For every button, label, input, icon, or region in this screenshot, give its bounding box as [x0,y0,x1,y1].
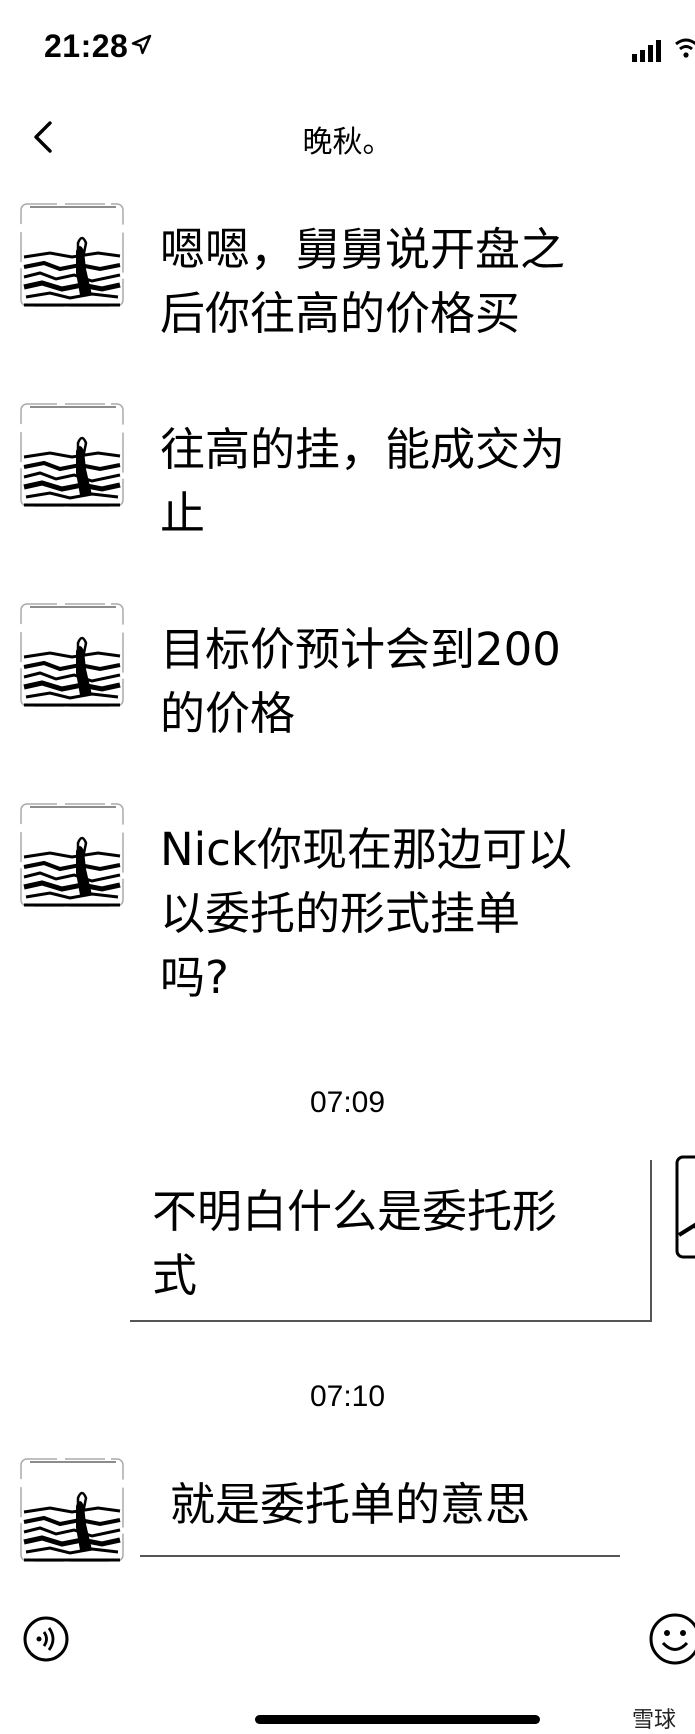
contact-avatar[interactable] [20,803,124,907]
message-incoming: 往高的挂，能成交为 止 [0,400,695,540]
message-outgoing: 不明白什么是委托形 式 [0,1160,695,1330]
message-incoming: Nick你现在那边可以 以委托的形式挂单 吗? [0,800,695,1010]
emoji-icon[interactable] [648,1612,695,1666]
input-bar: 雪球 [0,1582,695,1733]
contact-avatar[interactable] [20,1458,124,1562]
message-incoming: 就是委托单的意思 [0,1455,695,1585]
message-incoming: 目标价预计会到200 的价格 [0,600,695,740]
voice-icon[interactable] [22,1615,70,1663]
chat-header: 晚秋。 [0,95,695,180]
location-arrow-icon [131,34,152,55]
self-avatar[interactable] [675,1155,695,1259]
status-bar: 21:28 [0,0,695,95]
message-incoming: 嗯嗯，舅舅说开盘之 后你往高的价格买 [0,200,695,340]
message-text[interactable]: 往高的挂，能成交为 止 [160,418,650,546]
message-text[interactable]: 不明白什么是委托形 式 [152,1180,632,1308]
contact-avatar[interactable] [20,403,124,507]
message-text[interactable]: 就是委托单的意思 [170,1473,630,1537]
status-time: 21:28 [44,28,129,64]
signal-icon [632,40,661,62]
chat-title: 晚秋。 [302,125,393,160]
home-indicator [255,1715,540,1724]
contact-avatar[interactable] [20,203,124,307]
contact-avatar[interactable] [20,603,124,707]
wifi-icon [675,38,695,58]
timestamp: 07:10 [309,1380,386,1413]
timestamp: 07:09 [309,1086,386,1119]
watermark: 雪球 [632,1708,677,1733]
message-text[interactable]: 嗯嗯，舅舅说开盘之 后你往高的价格买 [160,218,650,346]
message-text[interactable]: 目标价预计会到200 的价格 [160,618,650,746]
message-text[interactable]: Nick你现在那边可以 以委托的形式挂单 吗? [160,818,650,1010]
